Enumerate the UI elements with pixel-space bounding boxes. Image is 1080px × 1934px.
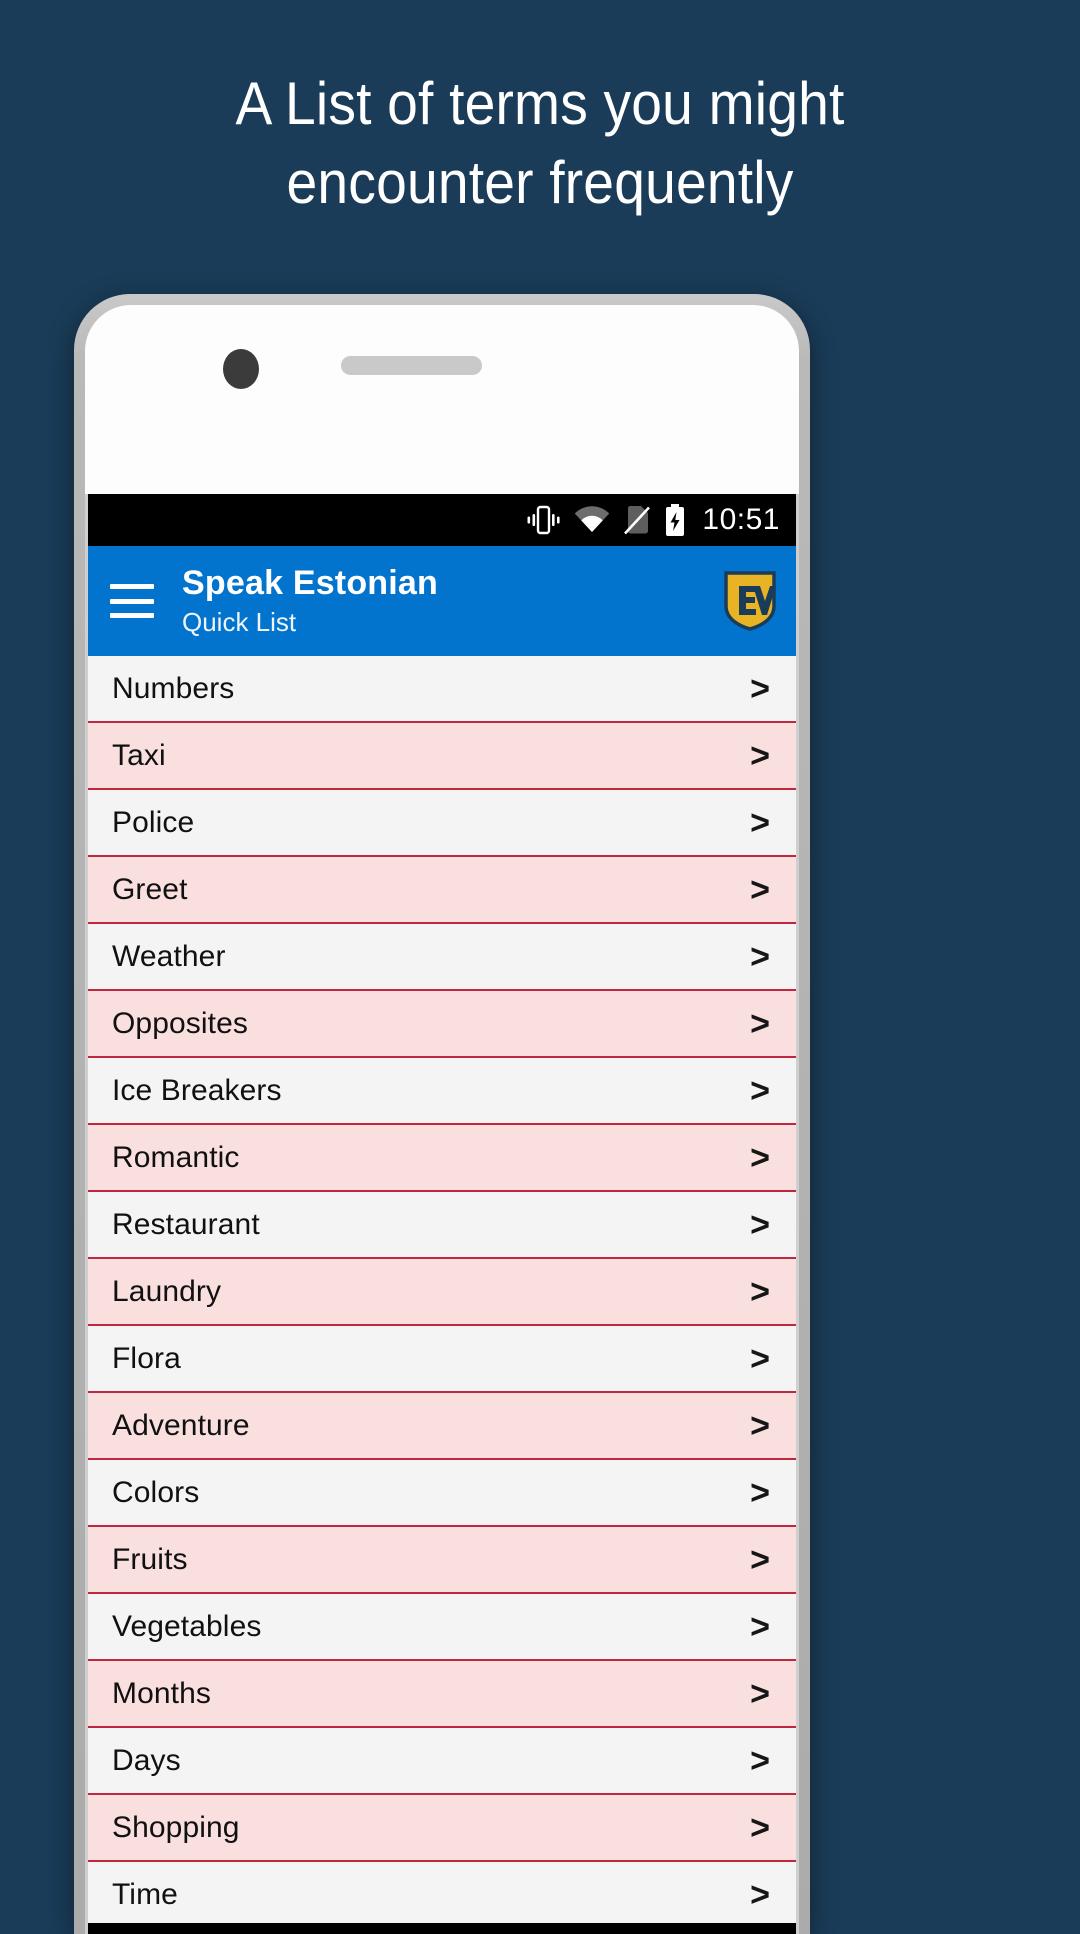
earpiece-speaker-icon (341, 356, 482, 375)
list-item-label: Shopping (112, 1810, 240, 1844)
list-item-label: Restaurant (112, 1207, 260, 1241)
app-title: Speak Estonian (182, 564, 438, 602)
list-item[interactable]: Romantic > (88, 1125, 796, 1192)
chevron-right-icon[interactable]: > (750, 1744, 774, 1778)
ev-shield-logo[interactable] (722, 570, 778, 632)
list-item-label: Vegetables (112, 1609, 262, 1643)
list-item[interactable]: Opposites > (88, 991, 796, 1058)
list-item-label: Weather (112, 939, 226, 973)
list-item-label: Greet (112, 872, 188, 906)
vibrate-icon (527, 505, 561, 535)
chevron-right-icon[interactable]: > (750, 1543, 774, 1577)
list-item[interactable]: Police > (88, 790, 796, 857)
chevron-right-icon[interactable]: > (750, 940, 774, 974)
app-bar-titles: Speak Estonian Quick List (182, 564, 722, 638)
chevron-right-icon[interactable]: > (750, 672, 774, 706)
list-item[interactable]: Greet > (88, 857, 796, 924)
list-item[interactable]: Vegetables > (88, 1594, 796, 1661)
chevron-right-icon[interactable]: > (750, 1610, 774, 1644)
chevron-right-icon[interactable]: > (750, 1878, 774, 1912)
list-item-label: Days (112, 1743, 181, 1777)
chevron-right-icon[interactable]: > (750, 873, 774, 907)
list-item-label: Adventure (112, 1408, 250, 1442)
list-item[interactable]: Numbers > (88, 656, 796, 723)
list-item-label: Taxi (112, 738, 166, 772)
list-item-label: Laundry (112, 1274, 222, 1308)
status-bar: 10:51 (88, 494, 796, 546)
phone-screen: 10:51 Speak Estonian Quick List Numbers … (88, 494, 796, 1934)
chevron-right-icon[interactable]: > (750, 1409, 774, 1443)
chevron-right-icon[interactable]: > (750, 1074, 774, 1108)
front-camera-icon (223, 349, 259, 389)
chevron-right-icon[interactable]: > (750, 1208, 774, 1242)
list-item[interactable]: Taxi > (88, 723, 796, 790)
chevron-right-icon[interactable]: > (750, 1476, 774, 1510)
system-nav-bar (88, 1923, 796, 1934)
chevron-right-icon[interactable]: > (750, 739, 774, 773)
list-item-label: Opposites (112, 1006, 248, 1040)
app-bar: Speak Estonian Quick List (88, 546, 796, 656)
app-subtitle: Quick List (182, 607, 297, 637)
wifi-icon (575, 506, 610, 532)
battery-charging-icon (666, 504, 685, 536)
list-item-label: Police (112, 805, 195, 839)
list-item[interactable]: Laundry > (88, 1259, 796, 1326)
list-item[interactable]: Colors > (88, 1460, 796, 1527)
chevron-right-icon[interactable]: > (750, 1275, 774, 1309)
list-item[interactable]: Days > (88, 1728, 796, 1795)
quick-list[interactable]: Numbers > Taxi > Police > Greet > Weather > Opposi… (88, 656, 796, 1934)
list-item[interactable]: Restaurant > (88, 1192, 796, 1259)
hamburger-menu-icon[interactable] (110, 584, 154, 618)
chevron-right-icon[interactable]: > (750, 1007, 774, 1041)
list-item[interactable]: Time > (88, 1862, 796, 1929)
list-item[interactable]: Flora > (88, 1326, 796, 1393)
promo-headline-line-2: encounter frequently (286, 149, 794, 216)
screen-edge-right (796, 494, 799, 1934)
status-bar-clock: 10:51 (702, 503, 780, 536)
list-item[interactable]: Weather > (88, 924, 796, 991)
chevron-right-icon[interactable]: > (750, 1811, 774, 1845)
chevron-right-icon[interactable]: > (750, 1677, 774, 1711)
list-item-label: Numbers (112, 671, 235, 705)
promo-headline-line-1: A List of terms you might (235, 70, 845, 137)
list-item-label: Flora (112, 1341, 181, 1375)
list-item[interactable]: Ice Breakers > (88, 1058, 796, 1125)
chevron-right-icon[interactable]: > (750, 1141, 774, 1175)
list-item-label: Colors (112, 1475, 200, 1509)
chevron-right-icon[interactable]: > (750, 806, 774, 840)
list-item[interactable]: Shopping > (88, 1795, 796, 1862)
list-item[interactable]: Fruits > (88, 1527, 796, 1594)
chevron-right-icon[interactable]: > (750, 1342, 774, 1376)
list-item-label: Ice Breakers (112, 1073, 282, 1107)
list-item-label: Romantic (112, 1140, 240, 1174)
promo-headline: A List of terms you might encounter freq… (43, 64, 1037, 222)
phone-bezel: 10:51 Speak Estonian Quick List Numbers … (85, 305, 799, 1934)
list-item-label: Fruits (112, 1542, 188, 1576)
phone-mockup-frame: 10:51 Speak Estonian Quick List Numbers … (74, 294, 810, 1934)
list-item-label: Time (112, 1877, 178, 1911)
list-item-label: Months (112, 1676, 211, 1710)
status-bar-icons (526, 504, 686, 536)
list-item[interactable]: Adventure > (88, 1393, 796, 1460)
no-sim-icon (624, 506, 651, 535)
list-item[interactable]: Months > (88, 1661, 796, 1728)
